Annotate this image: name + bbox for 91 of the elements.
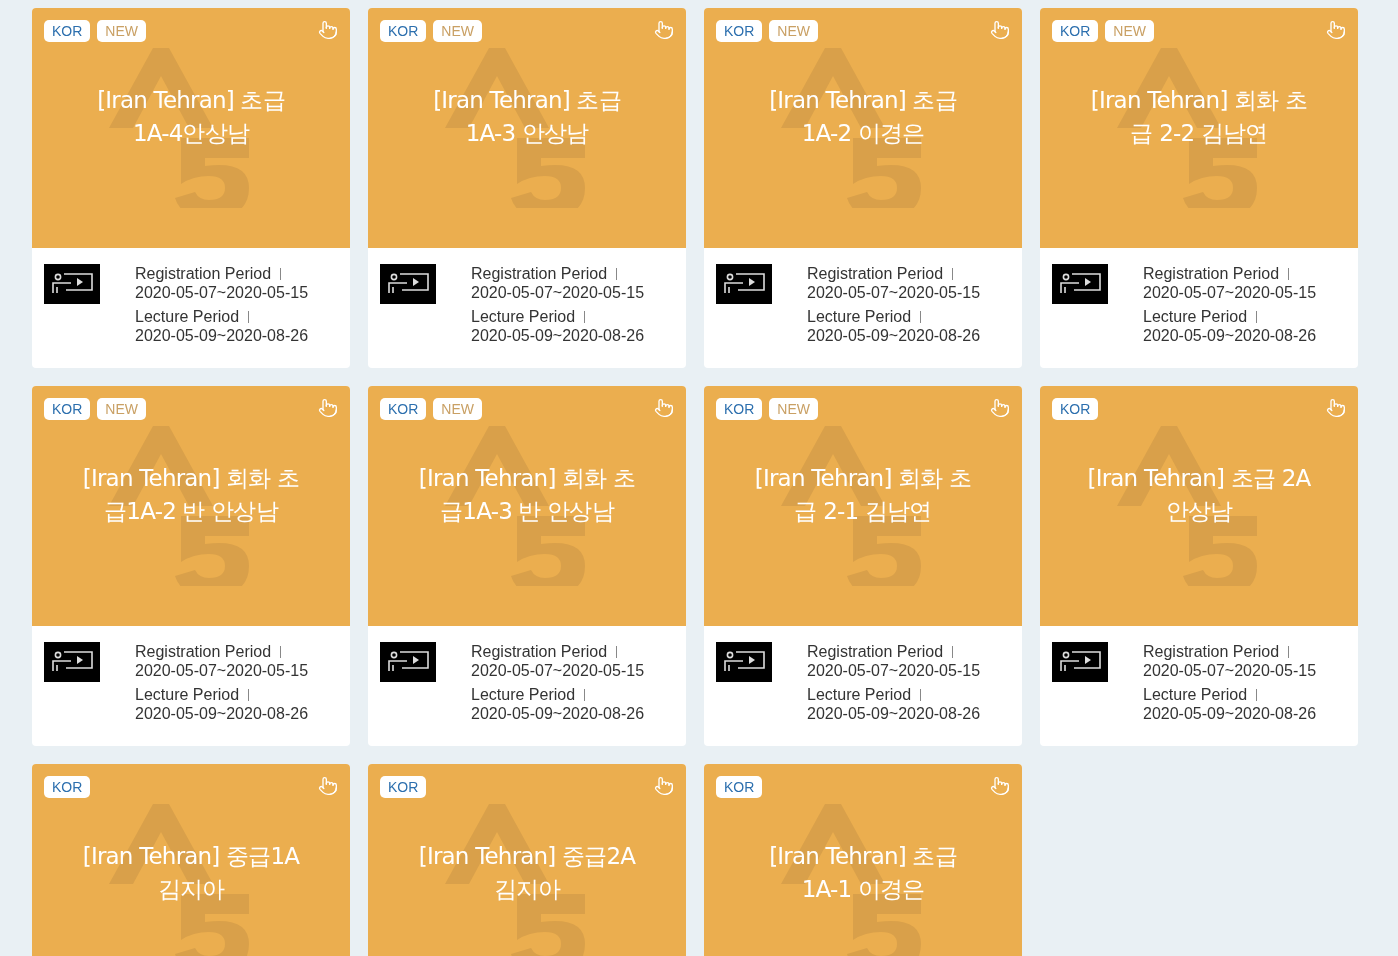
course-card[interactable]: KOR NEW [Iran Tehran] 초급 1A-3 안상남 Registration Period 2020-05-07~2020-05-15 Lecture Period 2020-05-09~2020-08-26	[368, 8, 686, 368]
course-title: [Iran Tehran] 초급 1A-1 이경은	[769, 842, 957, 904]
language-badge: KOR	[380, 20, 427, 42]
period-label: Registration Period	[807, 264, 944, 283]
language-badge: KOR	[380, 776, 427, 798]
pointer-icon	[318, 398, 338, 418]
period-dates: 2020-05-07~2020-05-15	[1143, 283, 1317, 302]
pointer-icon	[654, 776, 674, 796]
new-badge: NEW	[97, 20, 146, 42]
course-title: [Iran Tehran] 중급1A 김지아	[82, 842, 300, 904]
period-label: Lecture Period	[135, 307, 240, 326]
period-label: Registration Period	[1143, 264, 1280, 283]
period-label: Lecture Period	[1143, 307, 1248, 326]
period-dates: 2020-05-07~2020-05-15	[135, 283, 309, 302]
course-card[interactable]: KOR NEW [Iran Tehran] 초급 1A-2 이경은 Registration Period 2020-05-07~2020-05-15 Lecture Period 2020-05-09~2020-08-26	[704, 8, 1022, 368]
period-dates: 2020-05-09~2020-08-26	[1143, 704, 1317, 723]
course-title: [Iran Tehran] 회화 초 급 2-1 김남연	[754, 464, 972, 526]
course-title: [Iran Tehran] 중급2A 김지아	[418, 842, 636, 904]
new-badge: NEW	[433, 398, 482, 420]
period-label: Lecture Period	[471, 307, 576, 326]
period-dates: 2020-05-07~2020-05-15	[135, 661, 309, 680]
period-label: Lecture Period	[471, 685, 576, 704]
classroom-icon	[380, 264, 436, 304]
new-badge: NEW	[769, 398, 818, 420]
pointer-icon	[1326, 398, 1346, 418]
period-dates: 2020-05-09~2020-08-26	[135, 326, 309, 345]
period-label: Registration Period	[807, 642, 944, 661]
period-label: Registration Period	[471, 264, 608, 283]
period-label: Registration Period	[1143, 642, 1280, 661]
classroom-icon	[716, 264, 772, 304]
period-dates: 2020-05-09~2020-08-26	[471, 326, 645, 345]
course-title: [Iran Tehran] 회화 초 급1A-3 반 안상남	[418, 464, 636, 526]
course-card[interactable]: KOR NEW [Iran Tehran] 초급 1A-4안상남 Registration Period 2020-05-07~2020-05-15 Lecture Period 2020-05-09~2020-08-26	[32, 8, 350, 368]
period-label: Registration Period	[471, 642, 608, 661]
pointer-icon	[1326, 20, 1346, 40]
new-badge: NEW	[1105, 20, 1154, 42]
pointer-icon	[654, 398, 674, 418]
period-dates: 2020-05-09~2020-08-26	[135, 704, 309, 723]
pointer-icon	[318, 776, 338, 796]
period-dates: 2020-05-07~2020-05-15	[471, 661, 645, 680]
period-dates: 2020-05-09~2020-08-26	[807, 326, 981, 345]
new-badge: NEW	[769, 20, 818, 42]
course-card[interactable]: KOR [Iran Tehran] 중급2A 김지아	[368, 764, 686, 956]
course-title: [Iran Tehran] 초급 1A-2 이경은	[769, 86, 957, 148]
course-title: [Iran Tehran] 초급 1A-3 안상남	[433, 86, 621, 148]
period-dates: 2020-05-07~2020-05-15	[471, 283, 645, 302]
language-badge: KOR	[44, 20, 91, 42]
period-label: Registration Period	[135, 264, 272, 283]
classroom-icon	[1052, 642, 1108, 682]
course-title: [Iran Tehran] 초급 2A 안상남	[1087, 464, 1311, 526]
classroom-icon	[44, 642, 100, 682]
course-title: [Iran Tehran] 초급 1A-4안상남	[97, 86, 285, 148]
period-dates: 2020-05-07~2020-05-15	[1143, 661, 1317, 680]
pointer-icon	[990, 20, 1010, 40]
course-card[interactable]: KOR NEW [Iran Tehran] 회화 초 급 2-1 김남연 Registration Period 2020-05-07~2020-05-15 Lecture Period 2020-05-09~2020-08-26	[704, 386, 1022, 746]
period-dates: 2020-05-09~2020-08-26	[1143, 326, 1317, 345]
period-dates: 2020-05-09~2020-08-26	[471, 704, 645, 723]
course-card[interactable]: KOR NEW [Iran Tehran] 회화 초 급1A-3 반 안상남 Registration Period 2020-05-07~2020-05-15 Lecture Period 2020-05-09~2020-08-26	[368, 386, 686, 746]
course-card[interactable]: KOR NEW [Iran Tehran] 회화 초 급1A-2 반 안상남 Registration Period 2020-05-07~2020-05-15 Lecture Period 2020-05-09~2020-08-26	[32, 386, 350, 746]
language-badge: KOR	[44, 398, 91, 420]
course-card[interactable]: KOR NEW [Iran Tehran] 회화 초 급 2-2 김남연 Registration Period 2020-05-07~2020-05-15 Lecture Period 2020-05-09~2020-08-26	[1040, 8, 1358, 368]
course-card[interactable]: KOR [Iran Tehran] 초급 1A-1 이경은	[704, 764, 1022, 956]
language-badge: KOR	[716, 776, 763, 798]
course-title: [Iran Tehran] 회화 초 급1A-2 반 안상남	[82, 464, 300, 526]
pointer-icon	[318, 20, 338, 40]
course-title: [Iran Tehran] 회화 초 급 2-2 김남연	[1090, 86, 1308, 148]
pointer-icon	[990, 398, 1010, 418]
period-label: Registration Period	[135, 642, 272, 661]
period-label: Lecture Period	[807, 685, 912, 704]
classroom-icon	[44, 264, 100, 304]
language-badge: KOR	[716, 20, 763, 42]
language-badge: KOR	[716, 398, 763, 420]
language-badge: KOR	[1052, 398, 1099, 420]
period-dates: 2020-05-07~2020-05-15	[807, 283, 981, 302]
classroom-icon	[380, 642, 436, 682]
pointer-icon	[990, 776, 1010, 796]
period-label: Lecture Period	[807, 307, 912, 326]
period-label: Lecture Period	[1143, 685, 1248, 704]
classroom-icon	[716, 642, 772, 682]
period-dates: 2020-05-09~2020-08-26	[807, 704, 981, 723]
course-card[interactable]: KOR [Iran Tehran] 중급1A 김지아	[32, 764, 350, 956]
language-badge: KOR	[1052, 20, 1099, 42]
period-label: Lecture Period	[135, 685, 240, 704]
new-badge: NEW	[97, 398, 146, 420]
classroom-icon	[1052, 264, 1108, 304]
pointer-icon	[654, 20, 674, 40]
language-badge: KOR	[44, 776, 91, 798]
course-card[interactable]: KOR [Iran Tehran] 초급 2A 안상남 Registration Period 2020-05-07~2020-05-15 Lecture Period 2020-05-09~2020-08-26	[1040, 386, 1358, 746]
language-badge: KOR	[380, 398, 427, 420]
new-badge: NEW	[433, 20, 482, 42]
period-dates: 2020-05-07~2020-05-15	[807, 661, 981, 680]
